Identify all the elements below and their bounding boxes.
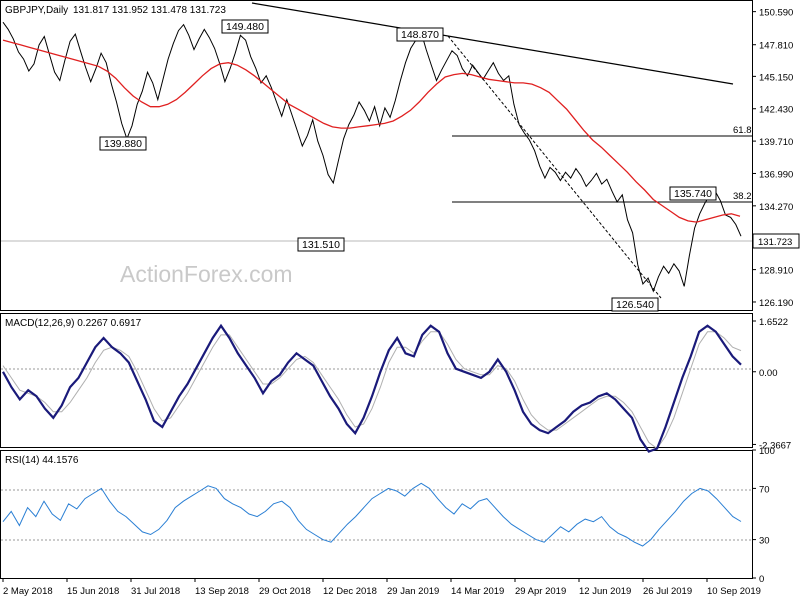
rsi-tick-label: 30 [759,536,770,547]
svg-text:135.740: 135.740 [674,188,712,200]
price-tick-label: 147.810 [759,41,793,52]
svg-text:149.480: 149.480 [226,21,264,33]
rsi-tick-label: 0 [759,574,764,585]
label-149-480: 149.480 [221,19,269,34]
date-tick-label: 31 Jul 2018 [131,586,180,597]
price-tick-label: 142.430 [759,105,793,116]
svg-text:139.880: 139.880 [104,138,142,150]
label-126-540: 126.540 [611,297,659,312]
label-131-510: 131.510 [297,237,345,252]
date-axis: 2 May 2018 15 Jun 2018 31 Jul 2018 13 Sep 2… [2,578,761,597]
symbol-label: GBPJPY,Daily [5,5,68,16]
label-139-880: 139.880 [99,136,147,151]
date-tick-label: 12 Jun 2019 [579,586,631,597]
label-135-740: 135.740 [669,186,717,201]
ohlc-readout: 131.817 131.952 131.478 131.723 [73,5,226,16]
price-tick-label: 126.190 [759,298,793,309]
label-148-870: 148.870 [396,27,444,42]
date-tick-label: 15 Jun 2018 [67,586,119,597]
macd-axis: 1.65220.00-2.3667 [752,317,791,451]
price-tick-label: 145.150 [759,72,793,83]
rsi-title: RSI(14) 44.1576 [5,455,79,466]
current-price-tag: 131.723 [752,233,800,249]
date-tick-label: 29 Oct 2018 [259,586,311,597]
price-tick-label: 150.590 [759,8,793,19]
svg-text:148.870: 148.870 [401,29,439,41]
price-axis: 150.590 147.810 145.150 142.430 139.710 136.9… [752,8,793,309]
rsi-tick-label: 100 [759,446,775,457]
rsi-axis: 100 70 30 0 [752,446,775,585]
svg-text:131.723: 131.723 [758,237,792,248]
chart-canvas: ActionForex.com GBPJPY,Daily 131.817 131… [0,0,800,597]
price-tick-label: 134.270 [759,202,793,213]
date-tick-label: 12 Dec 2018 [323,586,377,597]
svg-text:131.510: 131.510 [302,239,340,251]
macd-tick-label: 1.6522 [759,317,788,328]
rsi-tick-label: 70 [759,484,770,495]
price-tick-label: 128.910 [759,266,793,277]
date-tick-label: 29 Apr 2019 [515,586,566,597]
macd-tick-label: 0.00 [759,368,778,379]
svg-text:126.540: 126.540 [616,299,654,311]
date-tick-label: 2 May 2018 [3,586,53,597]
price-tick-label: 136.990 [759,169,793,180]
price-panel [0,0,753,311]
date-tick-label: 13 Sep 2018 [195,586,249,597]
rsi-panel [0,450,753,579]
watermark-text: ActionForex.com [120,261,293,287]
fib-38-2-label: 38.2 [733,191,752,202]
price-tick-label: 139.710 [759,137,793,148]
date-tick-label: 14 Mar 2019 [451,586,504,597]
date-tick-label: 26 Jul 2019 [643,586,692,597]
date-tick-label: 10 Sep 2019 [707,586,761,597]
date-tick-label: 29 Jan 2019 [387,586,439,597]
macd-title: MACD(12,26,9) 0.2267 0.6917 [5,318,142,329]
fib-61-8-label: 61.8 [733,125,752,136]
